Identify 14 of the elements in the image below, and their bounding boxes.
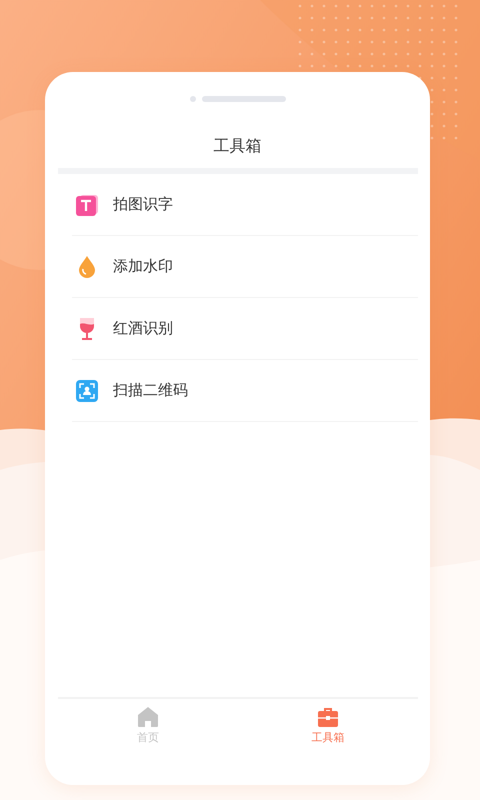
tool-label: 扫描二维码 xyxy=(113,381,188,400)
page-title: 工具箱 xyxy=(212,136,262,156)
tool-item[interactable]: 拍图识字 xyxy=(72,174,418,236)
tool-item[interactable]: 添加水印 xyxy=(72,236,418,298)
toolbox-icon xyxy=(317,706,339,728)
text-icon xyxy=(75,192,99,216)
tool-label: 添加水印 xyxy=(113,257,173,276)
tool-label: 红酒识别 xyxy=(113,319,173,338)
camera-dot xyxy=(190,96,196,102)
tool-item[interactable]: 红酒识别 xyxy=(72,298,418,360)
tool-item[interactable]: 扫描二维码 xyxy=(72,360,418,422)
home-icon xyxy=(137,706,159,728)
scan-icon xyxy=(75,378,99,402)
tool-label: 拍图识字 xyxy=(113,195,173,214)
